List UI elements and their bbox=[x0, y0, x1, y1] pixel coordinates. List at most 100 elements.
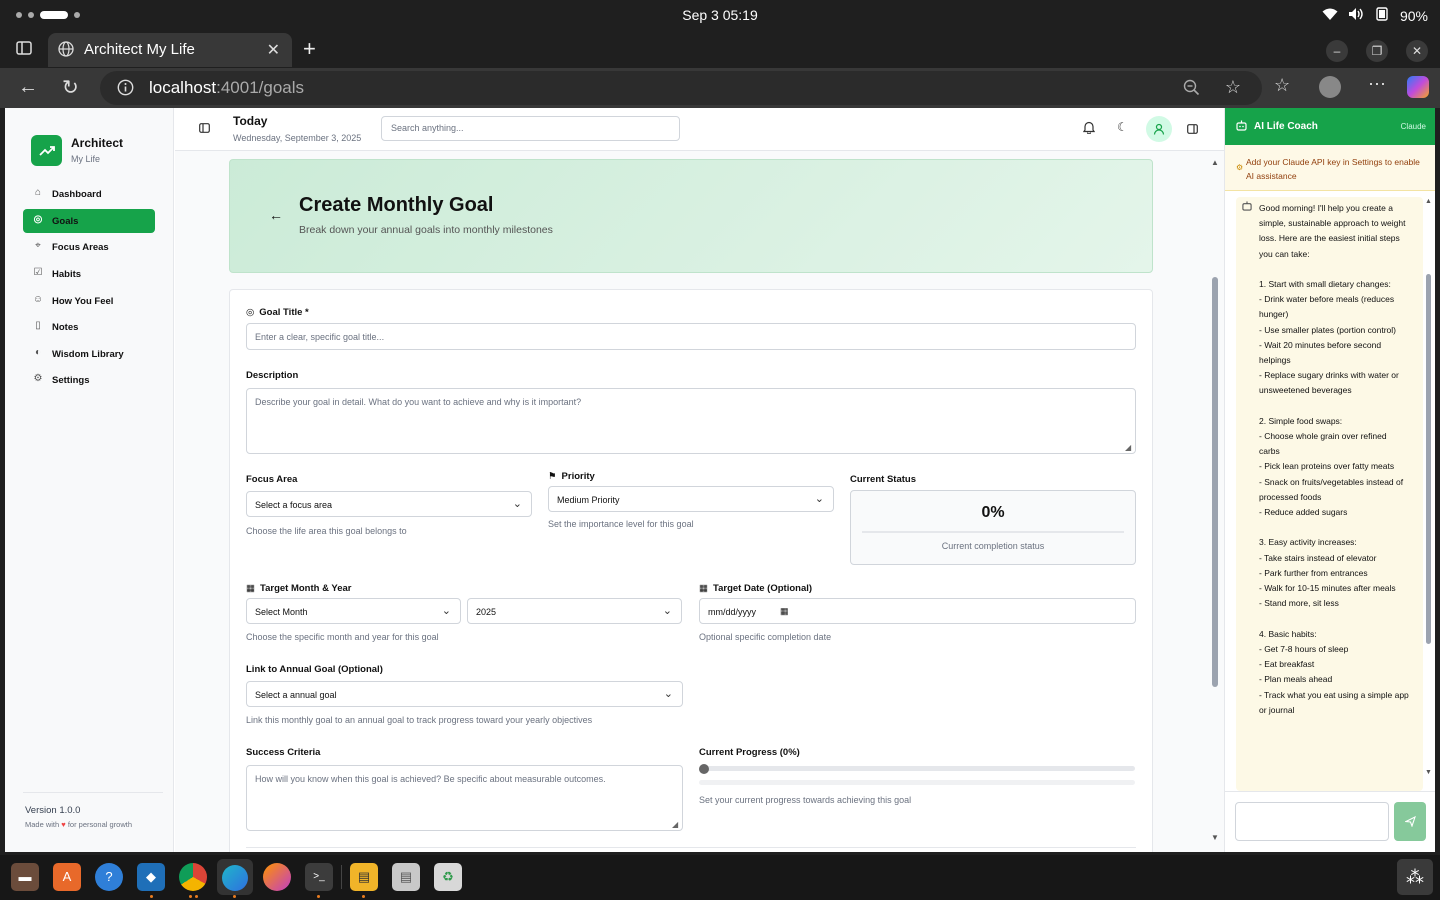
coach-message-input[interactable] bbox=[1235, 802, 1389, 841]
target-date-input[interactable]: mm/dd/yyyy ▦ bbox=[699, 598, 1136, 624]
running-indicator bbox=[189, 895, 192, 898]
sidebar-item-settings[interactable]: ⚙ Settings bbox=[23, 368, 155, 392]
status-caption: Current completion status bbox=[941, 541, 1045, 551]
restore-icon[interactable]: ❐ bbox=[1366, 40, 1388, 62]
sidebar-item-focus-areas[interactable]: ⌖ Focus Areas bbox=[23, 235, 155, 259]
url-host: localhost bbox=[149, 78, 217, 97]
heart-icon: ♥ bbox=[61, 820, 66, 829]
sidebar-toggle-icon[interactable] bbox=[199, 122, 210, 136]
sidebar-item-notes[interactable]: ▯ Notes bbox=[23, 315, 155, 339]
sidebar: Architect My Life ⌂ Dashboard ◎ Goals ⌖ Foc… bbox=[5, 108, 174, 852]
goal-title-input[interactable]: Enter a clear, specific goal title... bbox=[246, 323, 1136, 350]
files-icon[interactable]: ▬ bbox=[11, 863, 39, 891]
minimize-icon[interactable]: – bbox=[1326, 40, 1348, 62]
progress-slider-thumb[interactable] bbox=[699, 764, 709, 774]
scroll-up-icon[interactable]: ▲ bbox=[1211, 158, 1219, 167]
scroll-down-icon[interactable]: ▼ bbox=[1211, 833, 1219, 842]
chrome-icon[interactable] bbox=[179, 863, 207, 891]
system-clock[interactable]: Sep 3 05:19 bbox=[0, 7, 1440, 23]
resize-handle-icon[interactable]: ◢ bbox=[672, 820, 678, 829]
coach-message: Good morning! I'll help you create a sim… bbox=[1236, 197, 1423, 791]
sidebar-item-label: Habits bbox=[52, 269, 82, 280]
bookmark-star-icon[interactable]: ☆ bbox=[1225, 77, 1241, 98]
annual-goal-label: Link to Annual Goal (Optional) bbox=[246, 664, 383, 675]
address-bar[interactable]: localhost:4001/goals ☆ bbox=[100, 71, 1262, 105]
sidebar-item-label: Settings bbox=[52, 375, 90, 386]
back-icon[interactable]: ← bbox=[18, 76, 38, 99]
success-criteria-textarea[interactable]: How will you know when this goal is achi… bbox=[246, 765, 683, 831]
trending-up-icon[interactable] bbox=[31, 135, 62, 166]
warning-icon: ⚙ bbox=[1236, 163, 1244, 172]
wifi-icon[interactable] bbox=[1322, 8, 1338, 24]
app-store-icon[interactable]: A bbox=[53, 863, 81, 891]
new-tab-icon[interactable]: + bbox=[303, 36, 316, 62]
scrollbar-thumb[interactable] bbox=[1426, 274, 1431, 644]
zoom-icon[interactable] bbox=[1183, 79, 1200, 101]
reload-icon[interactable]: ↻ bbox=[62, 75, 79, 100]
scrollbar-thumb[interactable] bbox=[1212, 277, 1218, 687]
copilot-icon[interactable] bbox=[1407, 76, 1429, 98]
favorites-icon[interactable]: ☆ bbox=[1274, 75, 1290, 96]
main-scrollbar[interactable]: ▲ ▼ bbox=[1206, 151, 1224, 852]
terminal-icon[interactable]: >_ bbox=[305, 863, 333, 891]
progress-slider-track[interactable] bbox=[699, 766, 1135, 771]
battery-icon[interactable] bbox=[1374, 7, 1390, 24]
bell-icon[interactable] bbox=[1082, 121, 1096, 137]
edge-icon[interactable] bbox=[217, 859, 253, 895]
focus-area-select[interactable]: Select a focus area ⌄ bbox=[246, 491, 532, 517]
close-tab-icon[interactable]: ✕ bbox=[267, 40, 280, 60]
flag-icon: ⚑ bbox=[548, 471, 557, 482]
progress-bar bbox=[699, 780, 1135, 785]
resize-handle-icon[interactable]: ◢ bbox=[1125, 443, 1131, 452]
annual-goal-select[interactable]: Select a annual goal ⌄ bbox=[246, 681, 683, 707]
form-subtitle: Break down your annual goals into monthl… bbox=[299, 224, 553, 236]
show-apps-icon[interactable]: ⁂ bbox=[1397, 859, 1433, 895]
help-icon[interactable]: ? bbox=[95, 863, 123, 891]
send-button[interactable] bbox=[1394, 802, 1426, 841]
success-criteria-label: Success Criteria bbox=[246, 747, 321, 758]
sidebar-item-goals[interactable]: ◎ Goals bbox=[23, 209, 155, 233]
profile-icon[interactable] bbox=[1319, 76, 1341, 98]
more-menu-icon[interactable]: ⋯ bbox=[1368, 74, 1386, 95]
top-header: Today Wednesday, September 3, 2025 Searc… bbox=[175, 108, 1224, 151]
trash-icon[interactable]: ♻ bbox=[434, 863, 462, 891]
vscode-icon[interactable]: ◆ bbox=[137, 863, 165, 891]
text-editor-icon[interactable]: ▤ bbox=[392, 863, 420, 891]
moon-icon[interactable]: ☾ bbox=[1117, 120, 1128, 134]
tab-actions-icon[interactable] bbox=[16, 40, 32, 61]
back-arrow-icon[interactable]: ← bbox=[269, 207, 283, 223]
bot-icon bbox=[1242, 201, 1252, 213]
sidebar-item-wisdom-library[interactable]: ◐ Wisdom Library bbox=[23, 342, 155, 366]
firefox-icon[interactable] bbox=[263, 863, 291, 891]
running-indicator bbox=[150, 895, 153, 898]
scroll-up-icon[interactable]: ▲ bbox=[1425, 198, 1432, 205]
sidebar-item-how-you-feel[interactable]: ☺ How You Feel bbox=[23, 289, 155, 313]
year-select[interactable]: 2025 ⌄ bbox=[467, 598, 682, 624]
sidebar-item-dashboard[interactable]: ⌂ Dashboard bbox=[23, 182, 155, 206]
volume-icon[interactable] bbox=[1348, 7, 1364, 24]
calendar-icon[interactable]: ▦ bbox=[780, 606, 789, 617]
divider bbox=[23, 792, 163, 793]
sidebar-item-label: Notes bbox=[52, 322, 79, 333]
priority-select[interactable]: Medium Priority ⌄ bbox=[548, 486, 834, 512]
brand-name: Architect bbox=[71, 136, 124, 150]
scroll-down-icon[interactable]: ▼ bbox=[1425, 769, 1432, 776]
annual-goal-hint: Link this monthly goal to an annual goal… bbox=[246, 715, 593, 725]
browser-tab[interactable]: Architect My Life ✕ bbox=[48, 33, 292, 67]
description-textarea[interactable]: Describe your goal in detail. What do yo… bbox=[246, 388, 1136, 454]
description-label: Description bbox=[246, 370, 299, 381]
sidebar-item-habits[interactable]: ☑ Habits bbox=[23, 262, 155, 286]
coach-scrollbar[interactable]: ▲ ▼ bbox=[1423, 191, 1435, 781]
month-select[interactable]: Select Month ⌄ bbox=[246, 598, 461, 624]
search-input[interactable]: Search anything... bbox=[381, 116, 680, 141]
calculator-icon[interactable]: ▤ bbox=[350, 863, 378, 891]
user-avatar[interactable] bbox=[1146, 116, 1172, 142]
running-indicator bbox=[195, 895, 198, 898]
api-key-warning: ⚙ Add your Claude API key in Settings to… bbox=[1225, 145, 1435, 191]
panel-toggle-icon[interactable] bbox=[1187, 123, 1198, 137]
close-window-icon[interactable]: ✕ bbox=[1406, 40, 1428, 62]
bot-icon bbox=[1236, 120, 1247, 134]
calendar-icon: ▦ bbox=[699, 583, 708, 594]
site-info-icon[interactable] bbox=[117, 79, 134, 101]
coach-model: Claude bbox=[1400, 122, 1426, 131]
